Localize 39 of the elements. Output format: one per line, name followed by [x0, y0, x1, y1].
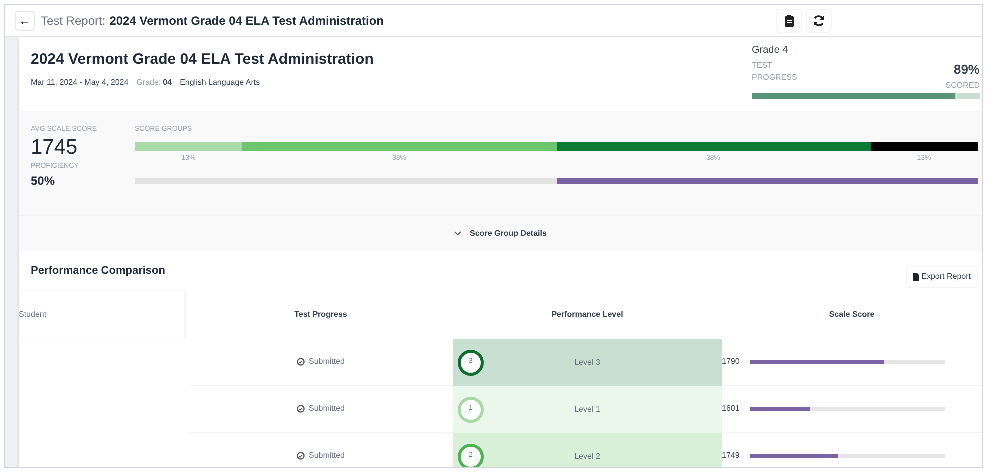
column-header: Test Progress — [294, 309, 348, 321]
proficiency-value: 50% — [31, 173, 56, 190]
avg-score-value: 1745 — [31, 136, 79, 160]
grade-label: Grade: — [136, 76, 162, 88]
report-label: Test Report: — [41, 12, 106, 30]
level-label: Level 2 — [574, 450, 600, 462]
check-circle-icon — [296, 452, 305, 460]
section-title: Performance Comparison — [31, 264, 166, 279]
level-label: Level 1 — [574, 404, 600, 416]
grade-title: Grade 4 — [752, 44, 790, 58]
report-title: 2024 Vermont Grade 04 ELA Test Administration — [110, 12, 384, 30]
grade-value: 04 — [163, 76, 172, 88]
status-text: Submitted — [308, 450, 346, 462]
file-icon — [912, 273, 919, 281]
column-header: Performance Level — [552, 309, 624, 321]
status-text: Submitted — [308, 356, 346, 368]
score-group-details-toggle[interactable]: Score Group Details — [454, 228, 547, 240]
scored-percent: 89% — [954, 61, 980, 79]
subject-text: English Language Arts — [180, 76, 260, 88]
column-header: Student — [19, 309, 47, 321]
check-circle-icon — [296, 358, 305, 366]
back-button[interactable]: ← — [15, 10, 35, 30]
scale-score-value: 1790 — [722, 356, 740, 368]
check-circle-icon — [296, 405, 305, 413]
refresh-button[interactable] — [806, 8, 832, 32]
status-text: Submitted — [308, 403, 346, 415]
date-range: Mar 11, 2024 - May 4, 2024 — [31, 76, 129, 88]
refresh-icon — [813, 14, 825, 26]
column-header: Scale Score — [829, 309, 875, 321]
scale-score-value: 1749 — [722, 450, 740, 462]
export-report-button[interactable]: Export Report — [906, 266, 978, 288]
clipboard-icon — [784, 14, 794, 26]
clipboard-button[interactable] — [776, 8, 802, 32]
scale-score-value: 1601 — [722, 403, 740, 415]
chevron-down-icon — [454, 231, 462, 236]
scored-label: SCORED — [946, 80, 980, 92]
administration-title: 2024 Vermont Grade 04 ELA Test Administration — [31, 50, 375, 70]
test-progress-label: TEST PROGRESS — [752, 60, 798, 84]
level-label: Level 3 — [574, 356, 600, 368]
